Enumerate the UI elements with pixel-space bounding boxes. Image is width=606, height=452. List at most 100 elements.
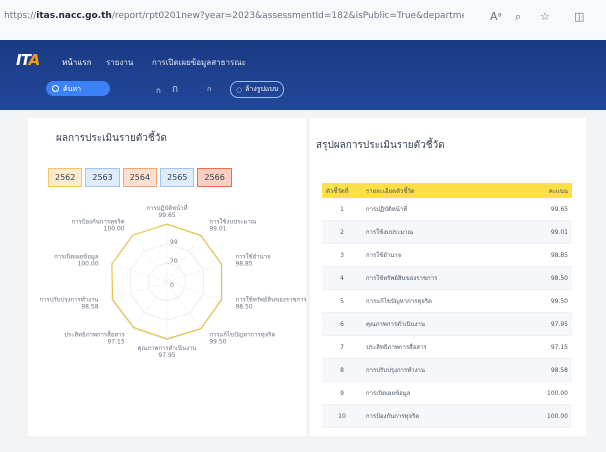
cell-name: การปฏิบัติหน้าที่ xyxy=(362,198,524,221)
radar-axis-label: การปฏิบัติหน้าที่ xyxy=(146,204,187,212)
cell-score: 100.00 xyxy=(524,381,572,405)
cell-score: 99.50 xyxy=(524,289,572,313)
clear-format-label: ล้างรูปแบบ xyxy=(245,85,279,93)
radar-axis-value: 99.01 xyxy=(209,225,226,232)
table-row[interactable]: 5 การแก้ไขปัญหาการทุจริต 99.50 xyxy=(322,289,572,313)
url-host: itas.nacc.go.th xyxy=(36,11,112,21)
cell-name: การเปิดเผยข้อมูล xyxy=(362,381,524,405)
header-indicator-no: ตัวชี้วัดที่ xyxy=(322,183,362,198)
cell-no: 8 xyxy=(322,358,362,382)
radar-axis-label: การใช้ทรัพย์สินของราชการ xyxy=(235,296,306,304)
table-row[interactable]: 9 การเปิดเผยข้อมูล 100.00 xyxy=(322,381,572,405)
table-row[interactable]: 4 การใช้ทรัพย์สินของราชการ 98.50 xyxy=(322,266,572,290)
cell-name: การแก้ไขปัญหาการทุจริต xyxy=(362,289,524,313)
favorite-icon[interactable]: ☆ xyxy=(540,10,550,23)
cell-score: 98.85 xyxy=(524,243,572,267)
year-button-0[interactable]: 2562 xyxy=(48,168,83,187)
radar-spoke xyxy=(166,281,223,301)
radar-axis-value: 99.65 xyxy=(158,212,175,219)
radar-spoke xyxy=(166,263,223,283)
nav-item-home[interactable]: หน้าแรก xyxy=(62,56,92,69)
split-icon[interactable]: ◫ xyxy=(574,10,584,23)
table-row[interactable]: 8 การปรับปรุงการทำงาน 98.58 xyxy=(322,358,572,382)
header-score: คะแนน xyxy=(524,183,572,198)
year-button-4[interactable]: 2566 xyxy=(197,168,232,187)
radar-axis-label: การเปิดเผยข้อมูล xyxy=(54,253,99,260)
radar-axis-label: การแก้ไขปัญหาการทุจริต xyxy=(209,331,275,339)
cell-score: 99.65 xyxy=(524,198,572,221)
table-row[interactable]: 2 การใช้งบประมาณ 99.01 xyxy=(322,220,572,244)
cell-no: 10 xyxy=(322,404,362,428)
cell-score: 97.95 xyxy=(524,312,572,336)
radar-tick-label: 70 xyxy=(170,258,178,265)
radar-axis-label: การใช้อำนาจ xyxy=(235,252,270,260)
cell-name: การใช้ทรัพย์สินของราชการ xyxy=(362,266,524,290)
cell-name: การป้องกันการทุจริต xyxy=(362,404,524,428)
cell-name: ประสิทธิภาพการสื่อสาร xyxy=(362,335,524,359)
cell-score: 100.00 xyxy=(524,404,572,428)
nav-item-public-disclosure[interactable]: การเปิดเผยข้อมูลสาธารณะ xyxy=(152,56,246,69)
cell-no: 5 xyxy=(322,289,362,313)
year-selector: 2562 2563 2564 2565 2566 xyxy=(48,168,232,187)
radar-tick-label: 99 xyxy=(170,239,178,246)
zoom-icon[interactable]: ⌕ xyxy=(515,10,521,24)
url-prefix: https:// xyxy=(4,11,37,21)
radar-axis-value: 100.00 xyxy=(104,225,125,232)
cell-name: คุณภาพการดำเนินงาน xyxy=(362,312,524,336)
cell-score: 98.50 xyxy=(524,266,572,290)
search-filter-button[interactable]: ค้นหา xyxy=(46,81,110,96)
font-size-small[interactable]: ก xyxy=(156,84,161,97)
cell-no: 4 xyxy=(322,266,362,290)
header-indicator-detail: รายละเอียดตัวชี้วัด xyxy=(362,183,524,198)
address-bar[interactable]: https://itas.nacc.go.th/report/rpt0201ne… xyxy=(4,11,464,21)
search-filter-label: ค้นหา xyxy=(63,85,82,93)
cell-name: การใช้งบประมาณ xyxy=(362,220,524,244)
radar-axis-value: 98.50 xyxy=(235,304,252,311)
cell-no: 1 xyxy=(322,198,362,221)
radar-axis-label: คุณภาพการดำเนินงาน xyxy=(137,345,196,352)
radar-axis-value: 98.85 xyxy=(235,260,252,267)
radar-axis-label: การป้องกันการทุจริต xyxy=(72,218,125,225)
indicator-chart-title: ผลการประเมินรายตัวชี้วัด xyxy=(56,133,167,144)
cell-name: การปรับปรุงการทำงาน xyxy=(362,358,524,382)
site-navbar xyxy=(0,40,606,110)
radar-axis-label: การใช้งบประมาณ xyxy=(209,217,257,225)
indicator-radar-chart: 99 70 0 การปฏิบัติหน้าที่99.65 การใช้งบประม… xyxy=(40,204,306,359)
table-row[interactable]: 3 การใช้อำนาจ 98.85 xyxy=(322,243,572,267)
table-row[interactable]: 10 การป้องกันการทุจริต 100.00 xyxy=(322,404,572,428)
itas-logo[interactable]: ITA xyxy=(16,51,40,69)
font-size-large[interactable]: ก xyxy=(207,84,211,95)
year-button-1[interactable]: 2563 xyxy=(85,168,120,187)
cell-no: 6 xyxy=(322,312,362,336)
nav-item-report[interactable]: รายงาน xyxy=(106,56,133,69)
radar-axis-value: 97.95 xyxy=(158,352,175,359)
radar-tick-label: 0 xyxy=(170,282,174,289)
reader-icon[interactable]: Aᵃ xyxy=(490,10,502,23)
radar-axis-value: 100.00 xyxy=(78,260,99,267)
radar-axis-value: 99.50 xyxy=(209,339,226,346)
radar-axis-value: 98.58 xyxy=(81,304,98,311)
radar-spoke xyxy=(111,281,168,301)
summary-title: สรุปผลการประเมินรายตัวชี้วัด xyxy=(316,140,445,151)
search-icon xyxy=(52,85,59,92)
table-row[interactable]: 7 ประสิทธิภาพการสื่อสาร 97.15 xyxy=(322,335,572,359)
radar-axis-value: 97.15 xyxy=(107,339,124,346)
cell-score: 99.01 xyxy=(524,220,572,244)
year-button-2[interactable]: 2564 xyxy=(122,168,158,187)
palette-icon: ◌ xyxy=(236,85,243,94)
table-row[interactable]: 1 การปฏิบัติหน้าที่ 99.65 xyxy=(322,198,572,221)
cell-no: 2 xyxy=(322,220,362,244)
table-header-row: ตัวชี้วัดที่ รายละเอียดตัวชี้วัด คะแนน xyxy=(322,183,572,198)
year-button-3[interactable]: 2565 xyxy=(160,168,195,187)
radar-axis-label: การปรับปรุงการทำงาน xyxy=(40,297,99,304)
url-path: /report/rpt0201new?year=2023&assessmentI… xyxy=(111,11,464,21)
cell-score: 97.15 xyxy=(524,335,572,359)
clear-format-button[interactable]: ◌ ล้างรูปแบบ xyxy=(230,81,285,98)
table-row[interactable]: 6 คุณภาพการดำเนินงาน 97.95 xyxy=(322,312,572,336)
cell-no: 7 xyxy=(322,335,362,359)
font-size-medium[interactable]: ก xyxy=(172,82,178,97)
cell-no: 3 xyxy=(322,243,362,267)
radar-spoke xyxy=(111,263,168,283)
cell-no: 9 xyxy=(322,381,362,405)
browser-toolbar: https://itas.nacc.go.th/report/rpt0201ne… xyxy=(0,0,606,40)
